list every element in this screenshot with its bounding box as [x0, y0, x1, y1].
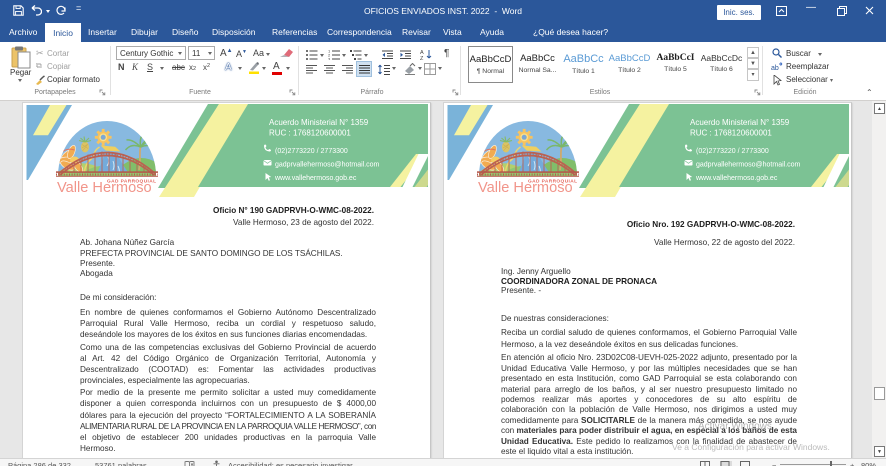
svg-text:3: 3 [328, 57, 331, 61]
svg-text:ab: ab [771, 65, 779, 72]
svg-text:Z: Z [420, 56, 424, 60]
